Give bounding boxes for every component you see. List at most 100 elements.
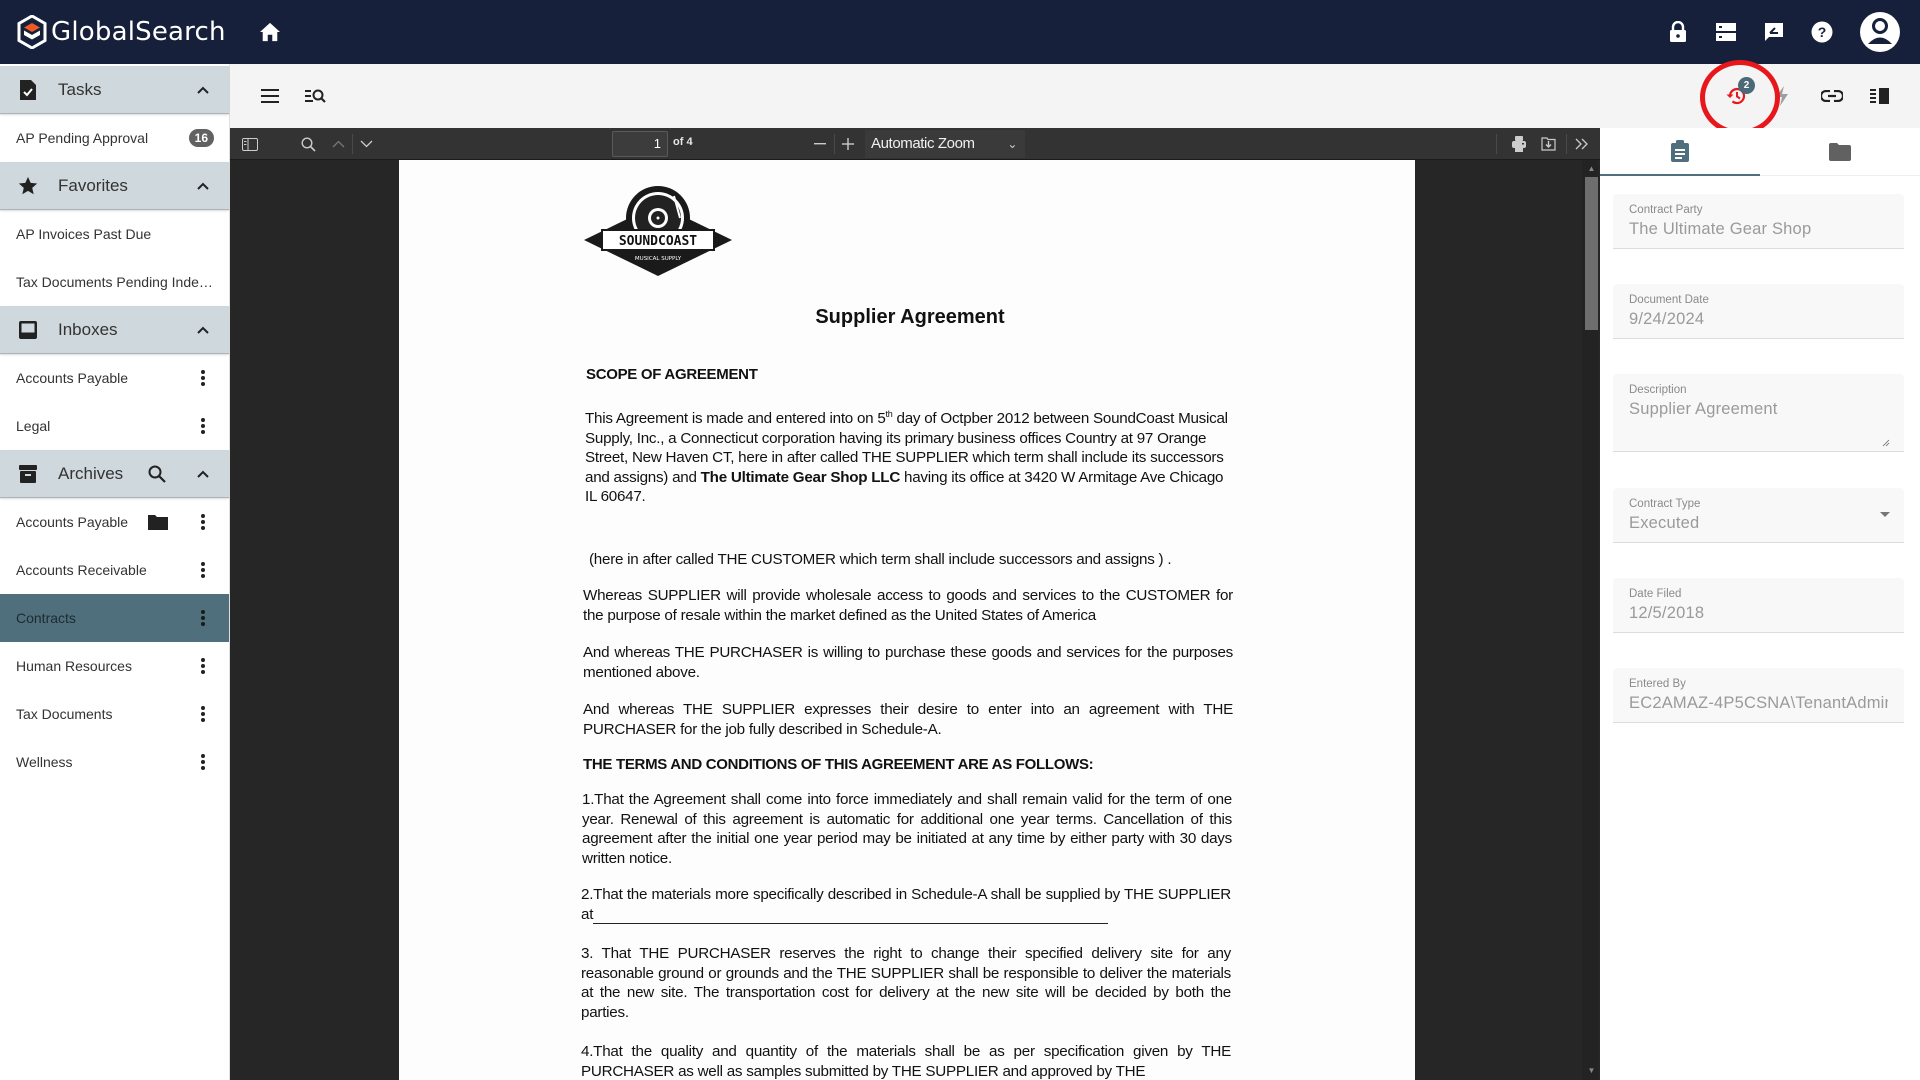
scroll-down-icon[interactable]: ▼ (1585, 1064, 1598, 1076)
page-number-input[interactable]: 1 (612, 131, 668, 157)
entered-by-field[interactable]: Entered By EC2AMAZ-4P5CSNA\TenantAdmin (1613, 668, 1904, 723)
more-vert-icon[interactable] (191, 606, 215, 630)
sidebar-item-label: Tax Documents Pending Inde… (16, 274, 213, 290)
sidebar-item-label: Legal (16, 418, 51, 434)
field-value[interactable]: 9/24/2024 (1629, 310, 1888, 329)
lock-button[interactable] (1654, 8, 1702, 56)
help-button[interactable]: ? (1798, 8, 1846, 56)
count-badge: 16 (188, 129, 214, 147)
task-icon (16, 78, 40, 102)
tools-button[interactable] (1570, 132, 1594, 156)
sidebar-section-archives[interactable]: Archives (0, 450, 229, 498)
scroll-up-icon[interactable]: ▲ (1585, 162, 1598, 174)
tab-folder[interactable] (1760, 128, 1920, 176)
field-label: Contract Type (1629, 498, 1701, 510)
home-icon (260, 22, 280, 42)
chevron-down-icon (360, 140, 372, 148)
section-title: Favorites (58, 175, 128, 195)
link-button[interactable] (1816, 80, 1848, 112)
svg-text:MUSICAL SUPPLY: MUSICAL SUPPLY (635, 256, 682, 262)
account-button[interactable] (1848, 0, 1912, 64)
sidebar-toggle-button[interactable] (238, 132, 262, 156)
sidebar-item-archive-accounts-receivable[interactable]: Accounts Receivable (0, 546, 229, 594)
pdf-scrollbar[interactable]: ▲ ▼ (1582, 160, 1598, 1080)
sidebar-item-label: Accounts Payable (16, 370, 129, 386)
search-results-button[interactable] (300, 80, 332, 112)
paragraph-whereas-1: Whereas SUPPLIER will provide wholesale … (583, 587, 1233, 624)
sidebar-section-favorites[interactable]: Favorites (0, 162, 229, 210)
sidebar-item-archive-contracts[interactable]: Contracts (0, 594, 229, 642)
date-filed-field[interactable]: Date Filed 12/5/2018 (1613, 578, 1904, 633)
storage-button[interactable] (1702, 8, 1750, 56)
toggle-panel-button[interactable] (1864, 80, 1896, 112)
print-icon (1512, 136, 1526, 152)
chevron-down-icon: ⌄ (1007, 137, 1017, 151)
next-page-button[interactable] (354, 132, 378, 156)
section-title: Archives (58, 463, 124, 483)
sidebar-item-ap-pending-approval[interactable]: AP Pending Approval 16 (0, 114, 229, 162)
sidebar-item-archive-human-resources[interactable]: Human Resources (0, 642, 229, 690)
workflow-button[interactable] (1766, 80, 1798, 112)
search-icon[interactable] (145, 462, 169, 486)
tab-index-fields[interactable] (1600, 128, 1760, 176)
sidebar-item-archive-tax-documents[interactable]: Tax Documents (0, 690, 229, 738)
sidebar-item-tax-documents-pending[interactable]: Tax Documents Pending Inde… (0, 258, 229, 306)
account-icon (1860, 12, 1900, 52)
field-value[interactable]: The Ultimate Gear Shop (1629, 220, 1888, 239)
more-vert-icon[interactable] (191, 750, 215, 774)
feedback-button[interactable] (1750, 8, 1798, 56)
download-icon (1540, 137, 1556, 151)
sidebar-item-inbox-accounts-payable[interactable]: Accounts Payable (0, 354, 229, 402)
svg-text:SOUNDCOAST: SOUNDCOAST (619, 234, 697, 249)
sidebar-item-label: AP Pending Approval (16, 130, 149, 146)
dropdown-arrow-icon[interactable] (1880, 512, 1890, 517)
sidebar-item-ap-invoices-past-due[interactable]: AP Invoices Past Due (0, 210, 229, 258)
contract-type-select[interactable]: Contract Type Executed (1613, 488, 1904, 543)
more-vert-icon[interactable] (191, 366, 215, 390)
pdf-toolbar: 1 of 4 Automatic Zoom ⌄ (230, 128, 1600, 160)
print-button[interactable] (1507, 132, 1531, 156)
more-vert-icon[interactable] (191, 510, 215, 534)
chevron-up-icon[interactable] (191, 318, 215, 342)
pdf-viewer[interactable]: SOUNDCOAST MUSICAL SUPPLY Supplier Agree… (230, 160, 1600, 1080)
more-vert-icon[interactable] (191, 558, 215, 582)
more-vert-icon[interactable] (191, 702, 215, 726)
document-date-field[interactable]: Document Date 9/24/2024 (1613, 284, 1904, 339)
term-1: 1.That the Agreement shall come into for… (582, 791, 1232, 867)
sidebar-item-label: Accounts Receivable (16, 562, 147, 578)
double-chevron-right-icon (1575, 138, 1588, 150)
field-value[interactable]: 12/5/2018 (1629, 604, 1888, 623)
sidebar-item-archive-wellness[interactable]: Wellness (0, 738, 229, 786)
field-label: Document Date (1629, 294, 1709, 306)
field-label: Contract Party (1629, 204, 1703, 216)
home-button[interactable] (256, 18, 284, 46)
sidebar-item-archive-accounts-payable[interactable]: Accounts Payable (0, 498, 229, 546)
field-value[interactable]: EC2AMAZ-4P5CSNA\TenantAdmin (1629, 694, 1888, 713)
more-vert-icon[interactable] (191, 654, 215, 678)
archive-icon (16, 462, 40, 486)
sidebar-section-tasks[interactable]: Tasks (0, 66, 229, 114)
menu-button[interactable] (254, 80, 286, 112)
download-button[interactable] (1536, 132, 1560, 156)
zoom-in-button[interactable] (836, 132, 860, 156)
sidebar-item-label: Wellness (16, 754, 73, 770)
term-2: 2.That the materials more specifically d… (581, 886, 1231, 924)
field-value[interactable]: Supplier Agreement (1629, 400, 1888, 419)
sidebar-section-inboxes[interactable]: Inboxes (0, 306, 229, 354)
scrollbar-thumb[interactable] (1585, 177, 1598, 330)
zoom-select[interactable]: Automatic Zoom ⌄ (865, 130, 1025, 158)
contract-party-field[interactable]: Contract Party The Ultimate Gear Shop (1613, 194, 1904, 249)
sidebar-item-inbox-legal[interactable]: Legal (0, 402, 229, 450)
more-vert-icon[interactable] (191, 414, 215, 438)
resize-handle-icon[interactable] (1882, 439, 1890, 447)
description-field[interactable]: Description Supplier Agreement (1613, 374, 1904, 452)
folder-icon (1829, 143, 1851, 161)
find-button[interactable] (296, 132, 320, 156)
brand-logo[interactable]: GlobalSearch (17, 0, 226, 64)
zoom-out-button[interactable] (808, 132, 832, 156)
chevron-up-icon[interactable] (191, 78, 215, 102)
field-value[interactable]: Executed (1629, 514, 1888, 533)
chevron-up-icon[interactable] (191, 174, 215, 198)
chevron-up-icon[interactable] (191, 462, 215, 486)
previous-page-button[interactable] (326, 132, 350, 156)
